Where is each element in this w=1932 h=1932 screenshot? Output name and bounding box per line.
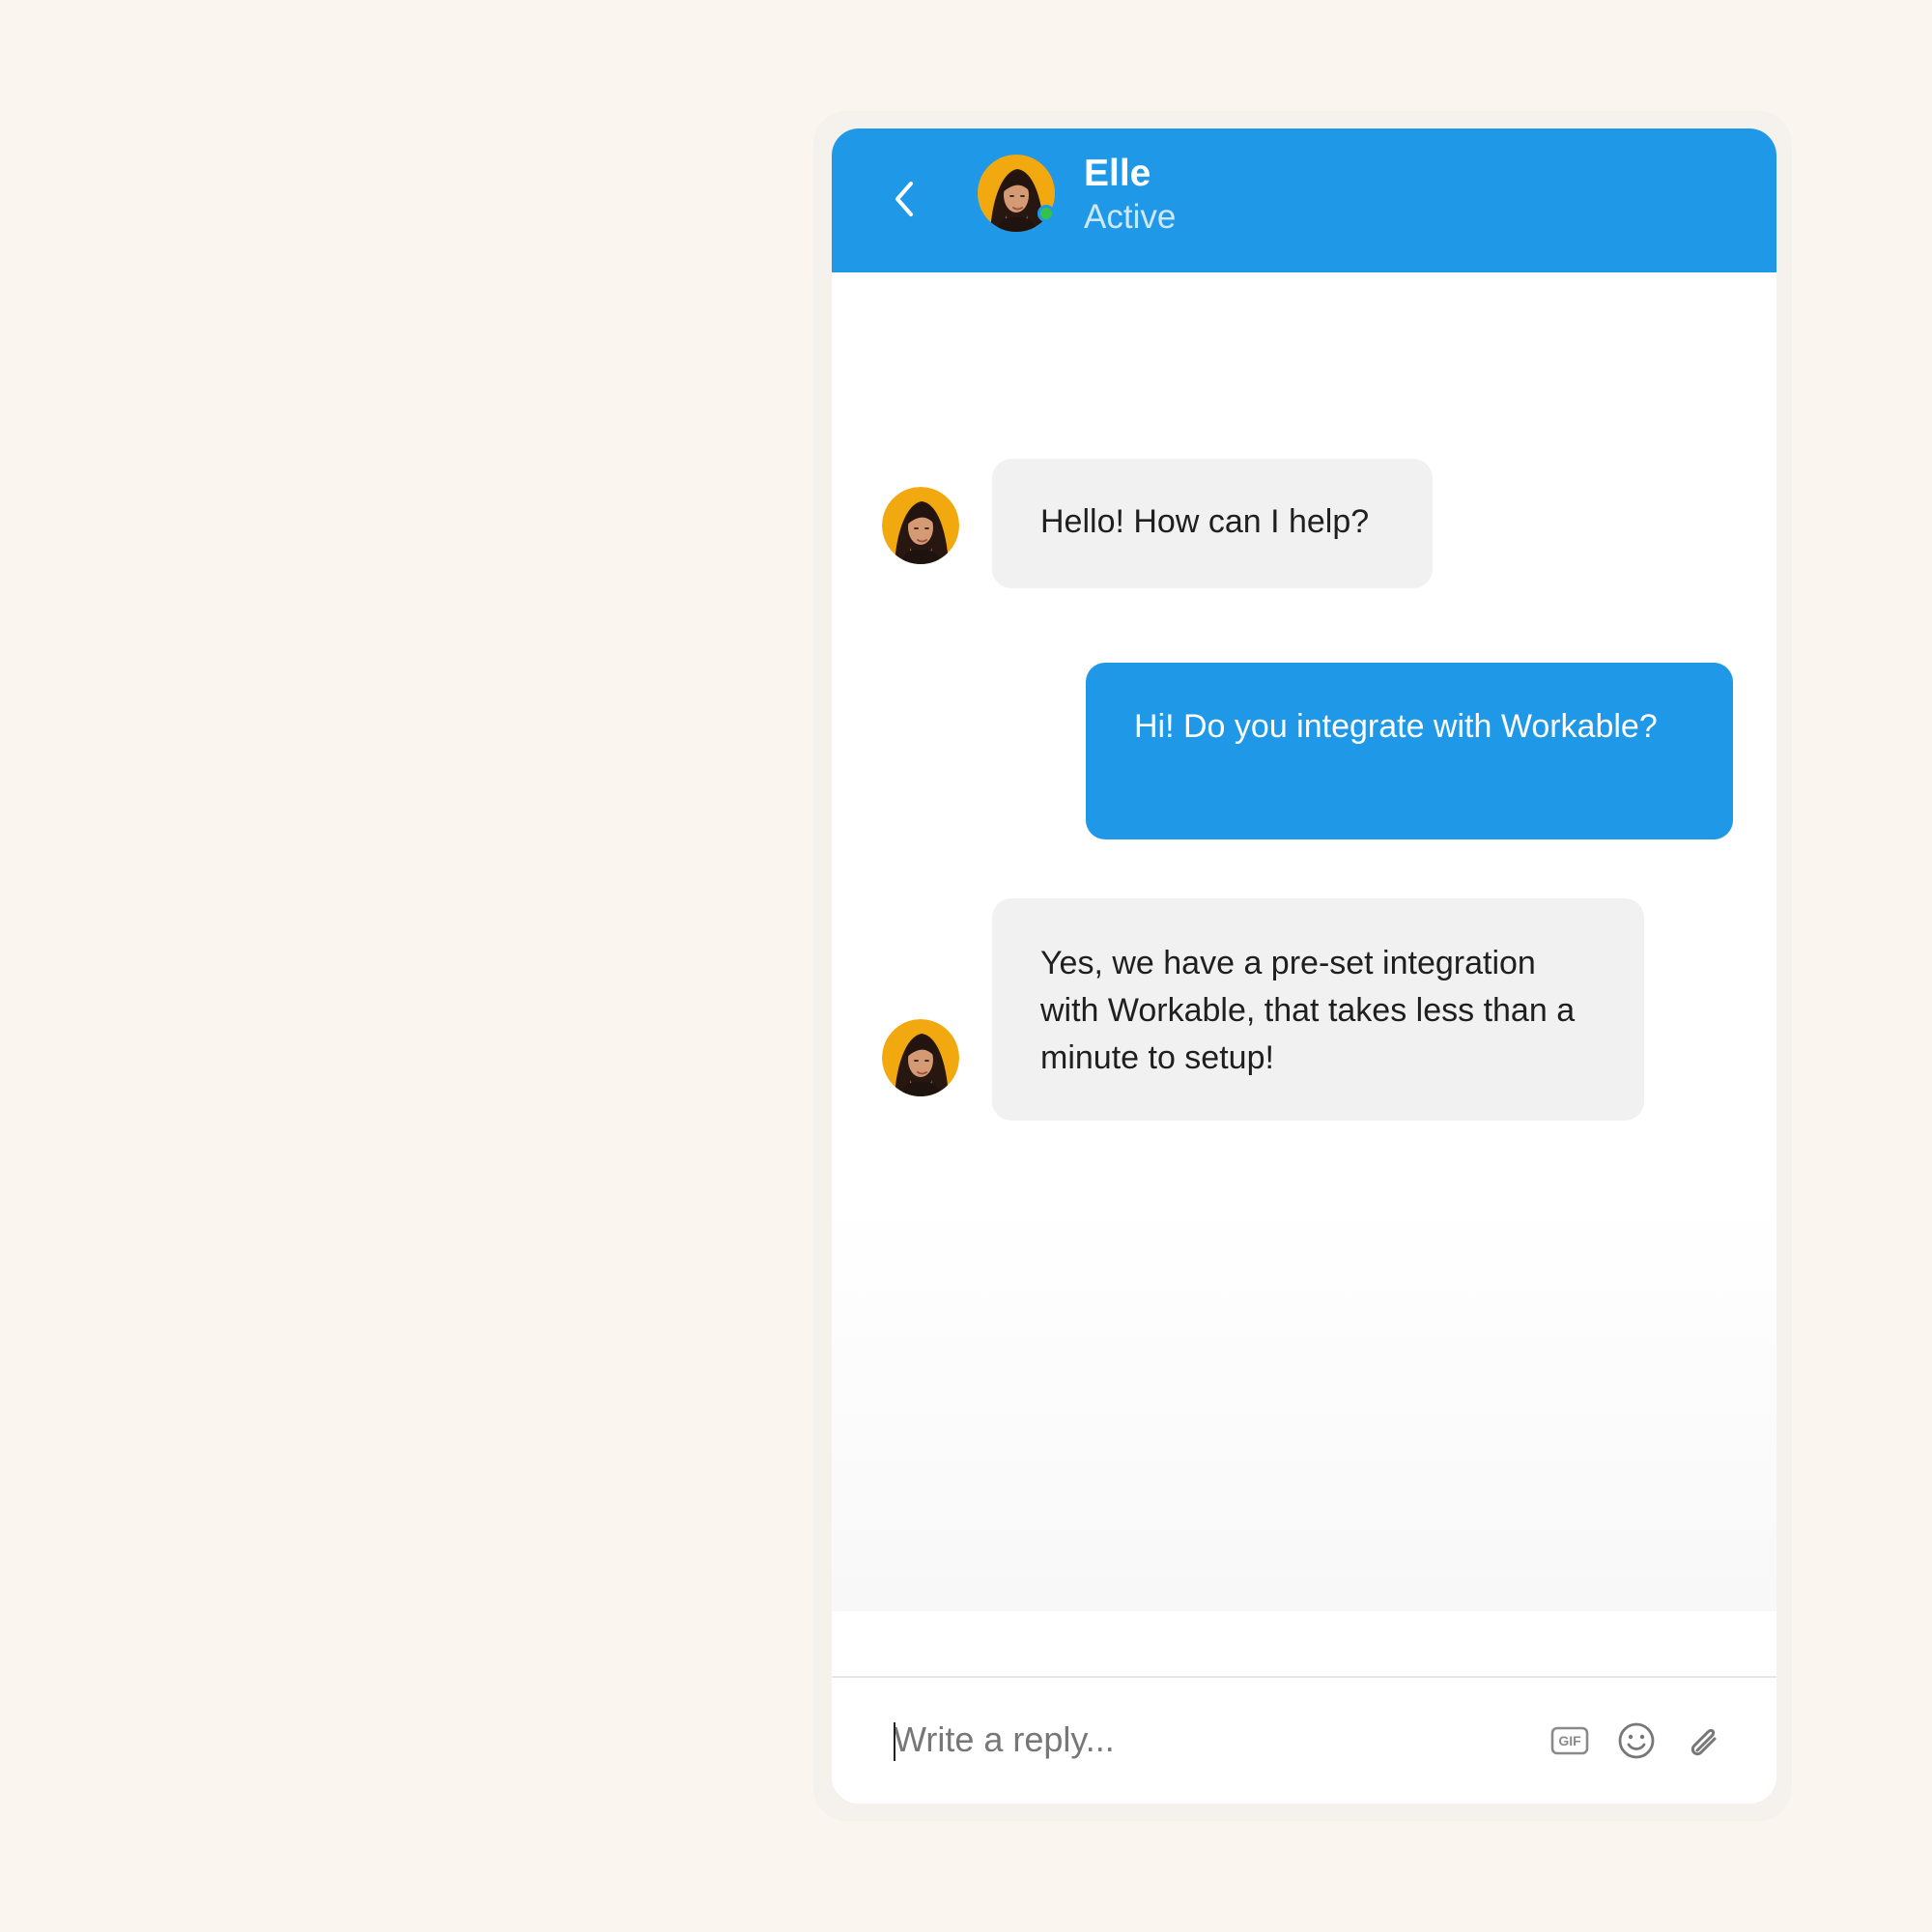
gif-button[interactable]: GIF (1548, 1719, 1592, 1763)
reply-input[interactable] (894, 1711, 1473, 1769)
agent-avatar (882, 1019, 959, 1096)
reply-composer: GIF (832, 1676, 1776, 1804)
agent-avatar (882, 487, 959, 564)
chat-header: Elle Active (832, 128, 1776, 272)
person-avatar-icon (882, 487, 959, 564)
message-list: Hello! How can I help? Hi! Do you integr… (832, 272, 1776, 1611)
contact-status: Active (1084, 198, 1177, 236)
online-status-dot (1037, 205, 1055, 222)
paperclip-icon (1690, 1728, 1717, 1756)
gif-icon: GIF (1550, 1726, 1589, 1755)
smiley-face-icon (1618, 1722, 1655, 1759)
contact-name: Elle (1084, 153, 1151, 194)
chevron-left-icon (895, 182, 913, 216)
chat-widget: Elle Active Hello! How can I help? Hi! D… (832, 128, 1776, 1804)
contact-avatar (978, 155, 1055, 232)
incoming-message: Hello! How can I help? (992, 459, 1433, 588)
attach-button[interactable] (1682, 1719, 1726, 1763)
emoji-button[interactable] (1614, 1719, 1659, 1763)
gif-label: GIF (1558, 1733, 1581, 1748)
incoming-message: Yes, we have a pre-set integration with … (992, 898, 1644, 1121)
text-cursor (894, 1722, 895, 1761)
person-avatar-icon (882, 1019, 959, 1096)
outgoing-message: Hi! Do you integrate with Workable? (1086, 663, 1733, 839)
back-button[interactable] (880, 169, 928, 229)
